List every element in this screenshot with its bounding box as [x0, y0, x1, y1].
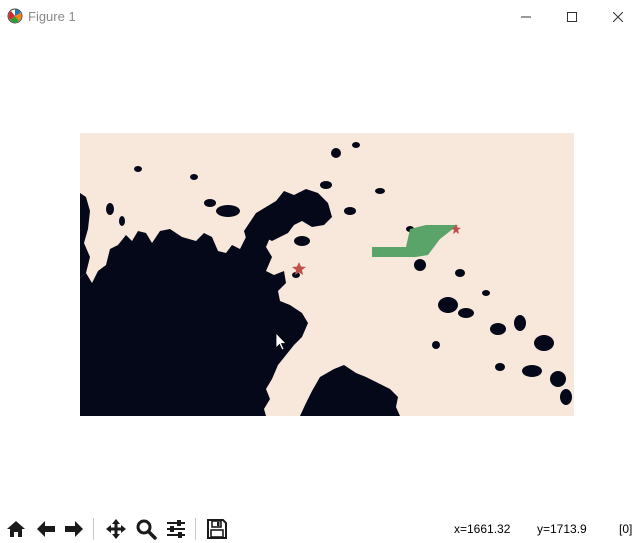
title-bar: Figure 1: [0, 0, 641, 34]
back-button[interactable]: [33, 516, 59, 542]
cursor-x-readout: x=1661.32: [454, 522, 511, 536]
home-button[interactable]: [3, 516, 29, 542]
map-image[interactable]: [80, 133, 574, 416]
matplotlib-icon: [7, 8, 23, 24]
minimize-button[interactable]: [503, 0, 549, 34]
window-title: Figure 1: [28, 9, 76, 24]
zoom-button[interactable]: [133, 516, 159, 542]
pan-button[interactable]: [103, 516, 129, 542]
maximize-button[interactable]: [549, 0, 595, 34]
save-icon: [207, 519, 227, 539]
forward-button[interactable]: [61, 516, 87, 542]
home-icon: [7, 521, 25, 537]
minimize-icon: [521, 16, 531, 18]
maximize-icon: [567, 12, 577, 22]
zoom-icon: [136, 519, 157, 540]
close-icon: [613, 12, 623, 22]
configure-subplots-button[interactable]: [163, 516, 189, 542]
toolbar-separator: [93, 518, 94, 540]
save-button[interactable]: [204, 516, 230, 542]
cursor-y-readout: y=1713.9: [537, 522, 587, 536]
back-arrow-icon: [37, 521, 55, 537]
close-button[interactable]: [595, 0, 641, 34]
toolbar-separator: [195, 518, 196, 540]
subplots-configure-icon: [167, 520, 185, 538]
pixel-value-readout: [0]: [619, 522, 633, 536]
pan-icon: [106, 519, 126, 539]
forward-arrow-icon: [65, 521, 83, 537]
